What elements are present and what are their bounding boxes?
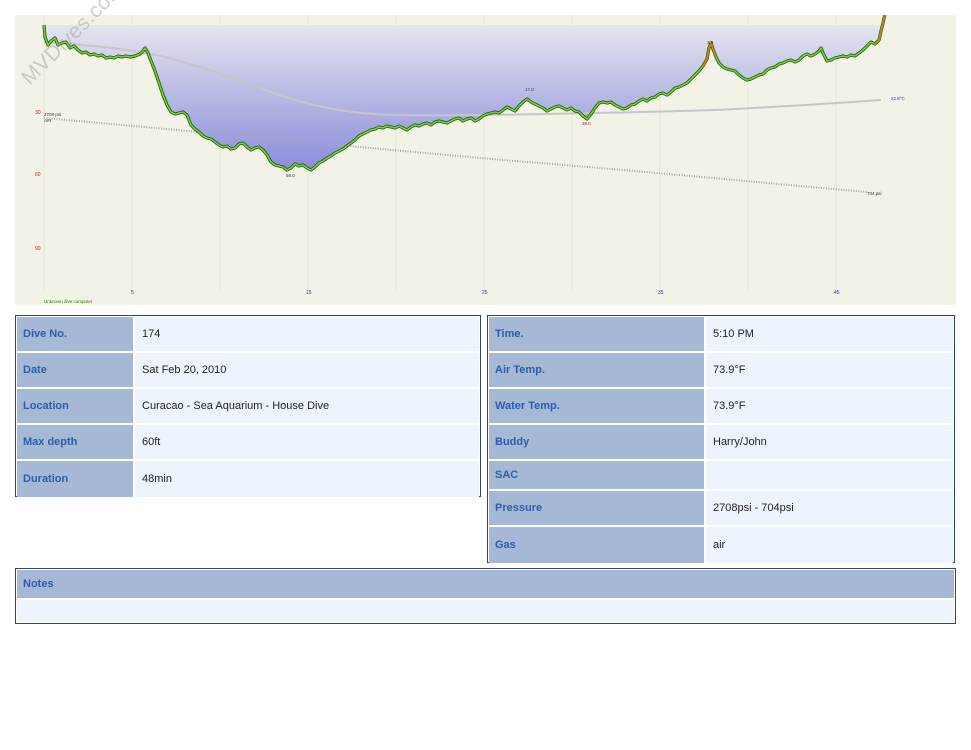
buddy-value: Harry/John bbox=[706, 425, 953, 459]
dive-profile-svg: 30 60 90 5 15 25 35 45 2708 psi AIR 704 … bbox=[35, 15, 906, 304]
pressure-line bbox=[43, 117, 868, 193]
duration-row: Duration 48min bbox=[17, 461, 479, 497]
time-axis-label: 35 bbox=[658, 290, 664, 296]
water-temp-row: Water Temp. 73.9°F bbox=[489, 389, 953, 425]
field-label: Dive No. bbox=[17, 317, 135, 351]
time-axis-label: 5 bbox=[131, 290, 134, 296]
depth-axis-labels: 30 60 90 bbox=[35, 110, 41, 252]
depth-axis-label: 90 bbox=[35, 246, 41, 252]
field-label: Buddy bbox=[489, 425, 706, 459]
field-label: Water Temp. bbox=[489, 389, 706, 423]
pressure-row: Pressure 2708psi - 704psi bbox=[489, 491, 953, 527]
time-value: 5:10 PM bbox=[706, 317, 953, 351]
gas-label: AIR bbox=[44, 118, 52, 123]
max-depth-value: 60ft bbox=[135, 425, 479, 459]
time-axis-labels: 5 15 25 35 45 bbox=[131, 290, 840, 296]
gas-row: Gas air bbox=[489, 527, 953, 563]
point-marker: 17.0 bbox=[525, 87, 534, 92]
depth-axis-label: 60 bbox=[35, 172, 41, 178]
water-temp-value: 73.9°F bbox=[706, 389, 953, 423]
point-marker: 36.0 bbox=[582, 121, 591, 126]
gas-value: air bbox=[706, 527, 953, 563]
field-label: SAC bbox=[489, 461, 706, 489]
pressure-value: 2708psi - 704psi bbox=[706, 491, 953, 525]
air-temp-row: Air Temp. 73.9°F bbox=[489, 353, 953, 389]
sac-row: SAC bbox=[489, 461, 953, 491]
time-axis-label: 15 bbox=[306, 290, 312, 296]
location-row: Location Curacao - Sea Aquarium - House … bbox=[17, 389, 479, 425]
field-label: Location bbox=[17, 389, 135, 423]
dive-number-value: 174 bbox=[135, 317, 479, 351]
time-axis-label: 25 bbox=[482, 290, 488, 296]
dive-computer-label: Unknown dive computer bbox=[44, 299, 93, 304]
notes-text bbox=[17, 600, 954, 622]
time-row: Time. 5:10 PM bbox=[489, 317, 953, 353]
sac-value bbox=[706, 461, 953, 489]
max-depth-row: Max depth 60ft bbox=[17, 425, 479, 461]
date-row: Date Sat Feb 20, 2010 bbox=[17, 353, 479, 389]
max-depth-marker: 59.0 bbox=[286, 173, 295, 178]
field-label: Duration bbox=[17, 461, 135, 497]
pressure-end-label: 704 psi bbox=[867, 191, 882, 196]
field-label: Max depth bbox=[17, 425, 135, 459]
dive-info-table-left: Dive No. 174 Date Sat Feb 20, 2010 Locat… bbox=[15, 315, 481, 497]
time-axis-label: 45 bbox=[834, 290, 840, 296]
notes-panel: Notes bbox=[15, 568, 956, 624]
duration-value: 48min bbox=[135, 461, 479, 497]
notes-label: Notes bbox=[17, 570, 954, 600]
date-value: Sat Feb 20, 2010 bbox=[135, 353, 479, 387]
buddy-row: Buddy Harry/John bbox=[489, 425, 953, 461]
dive-profile-chart: 30 60 90 5 15 25 35 45 2708 psi AIR 704 … bbox=[15, 0, 956, 305]
dive-info-table-right: Time. 5:10 PM Air Temp. 73.9°F Water Tem… bbox=[487, 315, 955, 563]
field-label: Date bbox=[17, 353, 135, 387]
field-label: Gas bbox=[489, 527, 706, 563]
field-label: Time. bbox=[489, 317, 706, 351]
pressure-start-label: 2708 psi bbox=[44, 112, 61, 117]
depth-axis-label: 30 bbox=[35, 110, 41, 116]
temperature-label: 22.8°C bbox=[891, 96, 906, 101]
air-temp-value: 73.9°F bbox=[706, 353, 953, 387]
dive-number-row: Dive No. 174 bbox=[17, 317, 479, 353]
point-marker: 3.0 bbox=[707, 40, 714, 45]
location-value: Curacao - Sea Aquarium - House Dive bbox=[135, 389, 479, 423]
depth-area bbox=[44, 15, 885, 170]
field-label: Pressure bbox=[489, 491, 706, 525]
field-label: Air Temp. bbox=[489, 353, 706, 387]
